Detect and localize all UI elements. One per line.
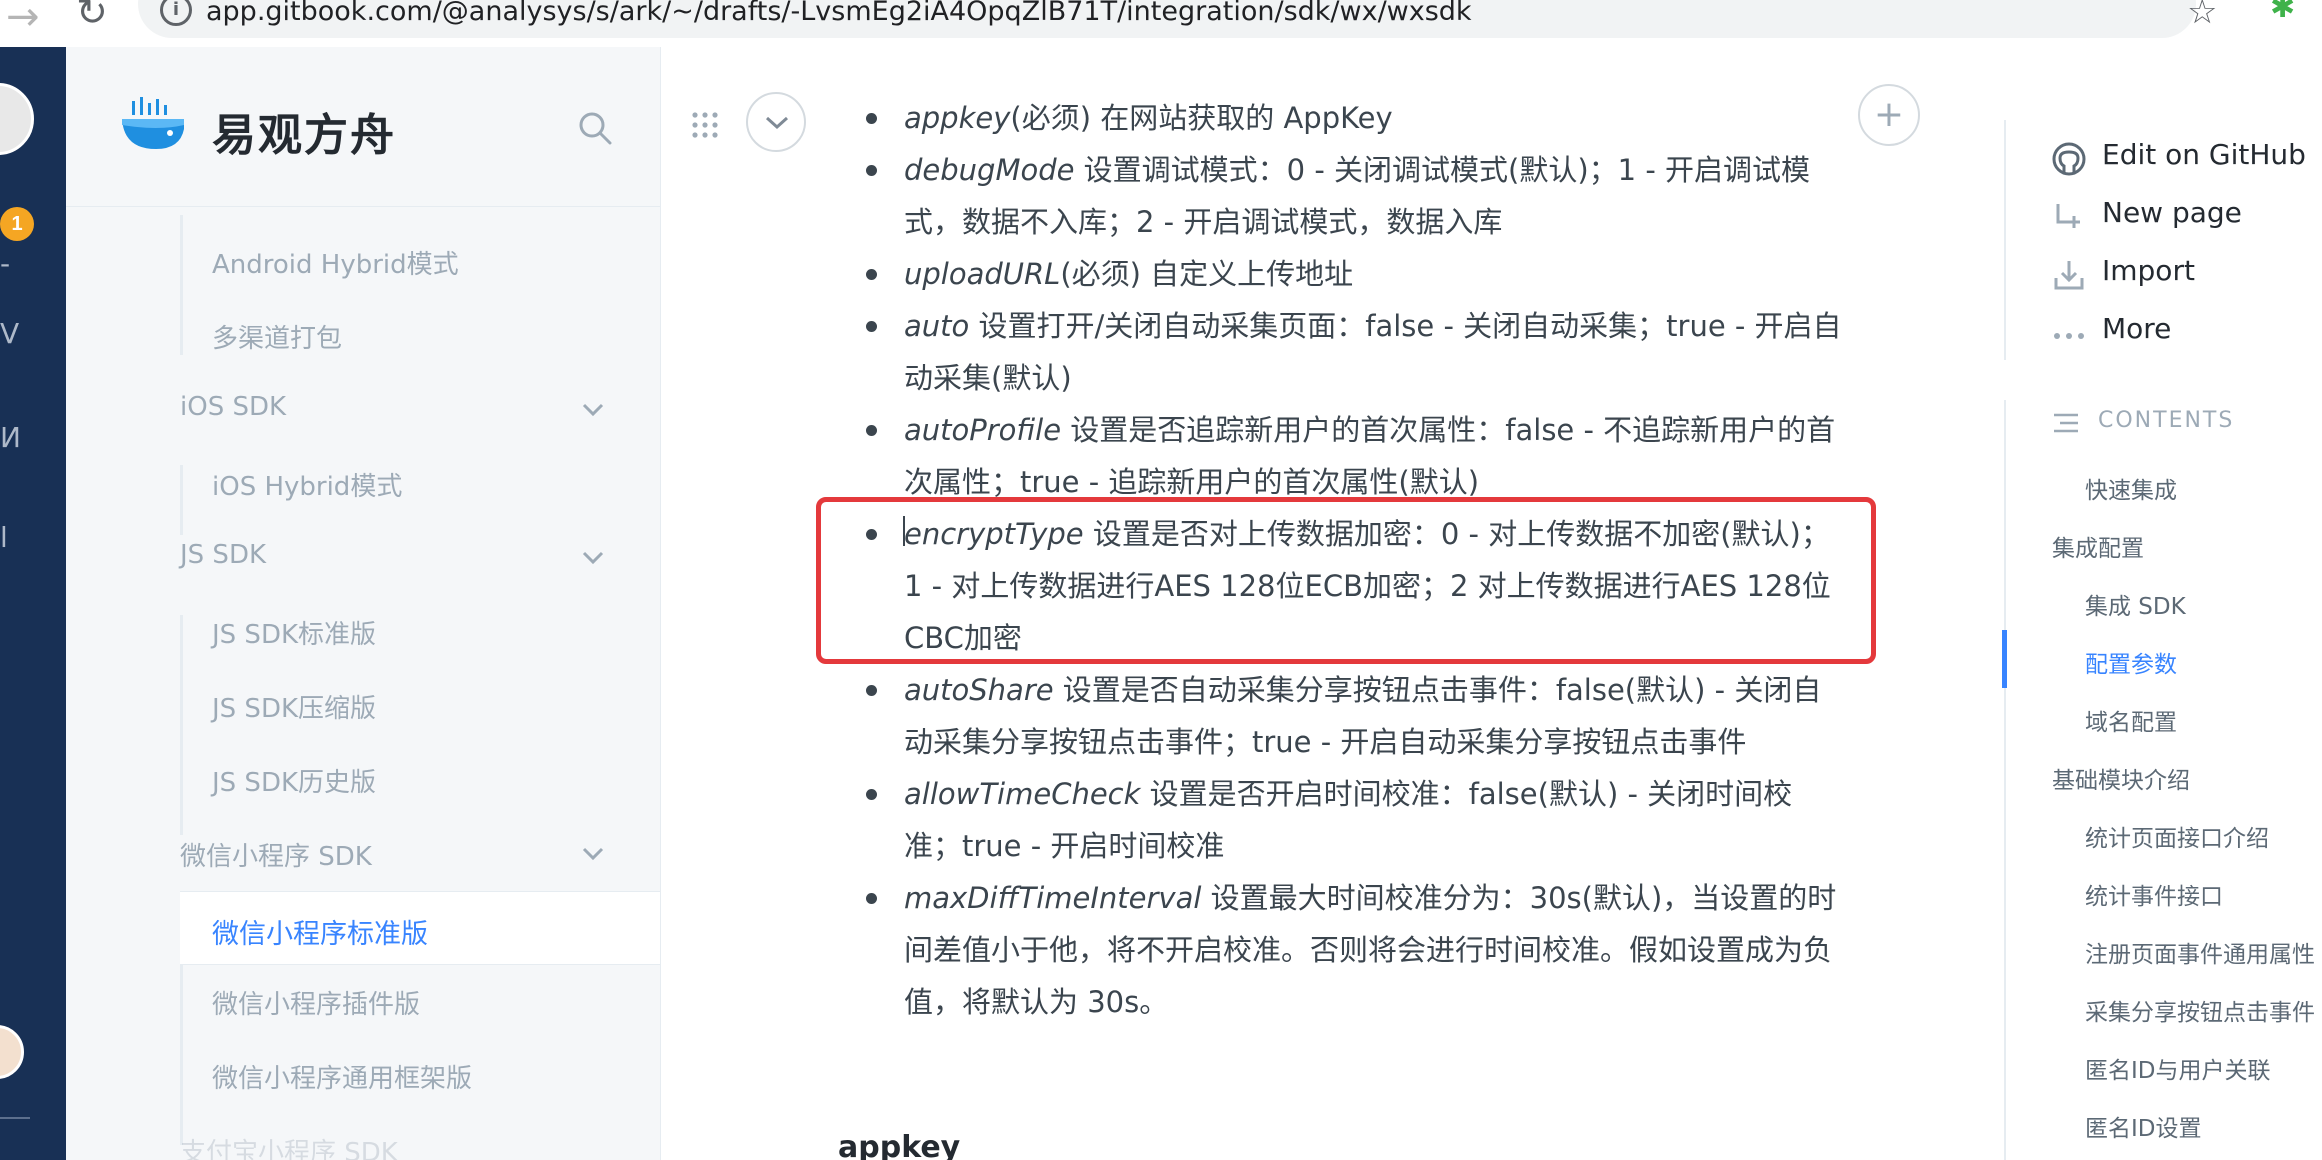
param-name: uploadURL [904,257,1061,291]
sidebar-item-label: 微信小程序标准版 [212,919,428,950]
chevron-down-icon[interactable] [582,847,604,861]
param-item: autoProfile 设置是否追踪新用户的首次属性：false - 不追踪新用… [866,404,1846,508]
param-item: debugMode 设置调试模式：0 - 关闭调试模式(默认)；1 - 开启调试… [866,144,1846,248]
toc-item[interactable]: 基础模块介绍 [2052,761,2190,795]
toc-item[interactable]: 域名配置 [2085,703,2177,737]
toc-item[interactable]: 采集分享按钮点击事件 [2085,993,2315,1027]
sidebar-item-wechat-framework[interactable]: 微信小程序通用框架版 [212,1058,472,1095]
param-name: debugMode [904,153,1075,187]
param-item: maxDiffTimeInterval 设置最大时间校准分为：30s(默认)，当… [866,872,1846,1028]
org-avatar[interactable] [0,83,34,155]
sidebar-item-js-sdk[interactable]: JS SDK [180,540,266,570]
nav-rule [180,965,183,1145]
param-name: autoProfile [904,413,1062,447]
right-panel-divider [2004,120,2006,360]
sidebar: 易观方舟 Android Hybrid模式 多渠道打包 iOS SDK iOS … [66,47,661,1160]
param-name: auto [904,309,970,343]
user-avatar[interactable] [0,1025,24,1079]
whale-logo-icon[interactable] [118,95,188,155]
param-name: appkey [904,101,1011,135]
chevron-down-icon[interactable] [582,403,604,417]
new-page-icon [2056,204,2080,228]
toc-item[interactable]: 统计页面接口介绍 [2085,819,2269,853]
github-icon [2052,142,2086,176]
brand-header: 易观方舟 [66,47,660,207]
param-item: appkey(必须) 在网站获取的 AppKey [866,92,1846,144]
sidebar-item-js-history[interactable]: JS SDK历史版 [212,762,376,799]
section-heading: appkey [838,1130,961,1160]
import-icon [2054,261,2084,290]
toc-item-active[interactable]: 配置参数 [2085,645,2177,679]
toc-item[interactable]: 匿名ID与用户关联 [2085,1051,2271,1085]
rail-divider [0,1117,30,1119]
toc-item[interactable]: 匿名ID设置 [2085,1109,2202,1143]
action-label: Import [2102,254,2195,287]
toc-item[interactable]: 集成 SDK [2085,587,2186,621]
toc-item[interactable]: 统计事件接口 [2085,877,2223,911]
nav-rule [180,465,183,535]
more-icon [2054,333,2084,339]
param-item: autoShare 设置是否自动采集分享按钮点击事件：false(默认) - 关… [866,664,1846,768]
sidebar-item-wechat-plugin[interactable]: 微信小程序插件版 [212,984,420,1021]
contents-icon [2054,413,2078,433]
param-desc: (必须) 自定义上传地址 [1060,257,1354,291]
param-item: allowTimeCheck 设置是否开启时间校准：false(默认) - 关闭… [866,768,1846,872]
toc-rail [2004,400,2006,1160]
rail-label[interactable]: И [0,421,21,454]
action-label: More [2102,312,2172,345]
reload-icon[interactable]: ↻ [76,0,108,34]
annotation-highlight-box [816,497,1876,664]
sidebar-item-ios-hybrid[interactable]: iOS Hybrid模式 [212,466,402,503]
sidebar-item-ios-sdk[interactable]: iOS SDK [180,392,286,422]
search-icon[interactable] [578,111,612,145]
bookmark-star-icon[interactable]: ☆ [2187,0,2217,32]
action-label: Edit on GitHub [2102,138,2306,171]
toc-item[interactable]: 集成配置 [2052,529,2144,563]
param-item: uploadURL(必须) 自定义上传地址 [866,248,1846,300]
brand-name[interactable]: 易观方舟 [212,99,396,163]
sidebar-item-multi-channel[interactable]: 多渠道打包 [212,318,342,355]
sidebar-item-android-hybrid[interactable]: Android Hybrid模式 [212,244,459,281]
nav-rule [180,215,183,355]
extension-icon[interactable]: ✱ [2270,0,2295,25]
org-rail: 1 - V И l [0,47,66,1160]
text-cursor [903,516,905,546]
contents-heading: CONTENTS [2098,408,2235,433]
collapse-button[interactable] [746,92,806,152]
rail-label[interactable]: - [0,247,10,280]
param-desc: 设置打开/关闭自动采集页面：false - 关闭自动采集；true - 开启自动… [904,309,1842,395]
param-desc: (必须) 在网站获取的 AppKey [1010,101,1393,135]
chevron-down-icon [765,116,789,130]
param-item: auto 设置打开/关闭自动采集页面：false - 关闭自动采集；true -… [866,300,1846,404]
sidebar-item-js-compressed[interactable]: JS SDK压缩版 [212,688,376,725]
toc-active-marker [2002,630,2007,688]
sidebar-item-wechat-sdk[interactable]: 微信小程序 SDK [180,836,372,873]
param-name: allowTimeCheck [904,777,1141,811]
sidebar-item-alipay-sdk[interactable]: 支付宝小程序 SDK [180,1132,398,1160]
notification-badge[interactable]: 1 [0,207,34,241]
action-label: New page [2102,196,2242,229]
plus-icon: + [1873,94,1905,135]
browser-toolbar: → ↻ i app.gitbook.com/@analysys/s/ark/~/… [0,0,2322,47]
toc-item[interactable]: 注册页面事件通用属性 [2085,935,2315,969]
param-name: autoShare [904,673,1054,707]
nav-rule [180,615,183,835]
url-text[interactable]: app.gitbook.com/@analysys/s/ark/~/drafts… [206,0,1472,27]
sidebar-item-js-standard[interactable]: JS SDK标准版 [212,614,376,651]
toc-item[interactable]: 快速集成 [2085,471,2177,505]
rail-label[interactable]: V [0,317,19,350]
chevron-down-icon[interactable] [582,551,604,565]
forward-arrow-icon[interactable]: → [6,0,40,40]
drag-handle-icon[interactable] [690,110,720,140]
sidebar-item-wechat-standard[interactable]: 微信小程序标准版 [180,891,660,965]
rail-label[interactable]: l [0,521,8,554]
add-block-button[interactable]: + [1858,84,1920,146]
param-name: maxDiffTimeInterval [904,881,1202,915]
